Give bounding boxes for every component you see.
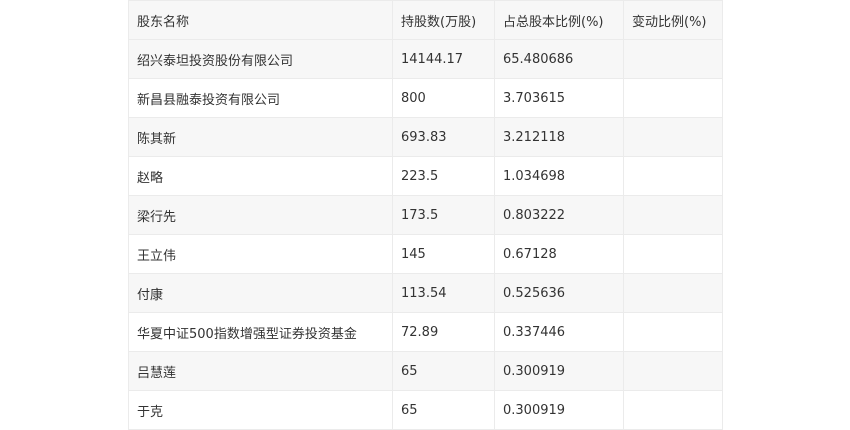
table-row: 绍兴泰坦投资股份有限公司 14144.17 65.480686	[128, 39, 723, 79]
cell-share-ratio: 65.480686	[494, 39, 624, 79]
cell-shareholder-name: 陈其新	[128, 117, 393, 157]
cell-shares-held: 800	[392, 78, 495, 118]
cell-shareholder-name: 于克	[128, 390, 393, 430]
cell-share-ratio: 0.300919	[494, 390, 624, 430]
header-shares-held: 持股数(万股)	[392, 0, 495, 40]
cell-shareholder-name: 付康	[128, 273, 393, 313]
table-row: 华夏中证500指数增强型证券投资基金 72.89 0.337446	[128, 312, 723, 352]
table-row: 梁行先 173.5 0.803222	[128, 195, 723, 235]
table-row: 吕慧莲 65 0.300919	[128, 351, 723, 391]
cell-shareholder-name: 华夏中证500指数增强型证券投资基金	[128, 312, 393, 352]
cell-change-ratio	[623, 390, 723, 430]
cell-change-ratio	[623, 39, 723, 79]
cell-share-ratio: 0.337446	[494, 312, 624, 352]
shareholder-table: 股东名称 持股数(万股) 占总股本比例(%) 变动比例(%) 绍兴泰坦投资股份有…	[128, 0, 723, 430]
cell-shares-held: 14144.17	[392, 39, 495, 79]
header-shareholder-name: 股东名称	[128, 0, 393, 40]
table-header-row: 股东名称 持股数(万股) 占总股本比例(%) 变动比例(%)	[128, 0, 723, 40]
cell-shares-held: 145	[392, 234, 495, 274]
cell-shares-held: 113.54	[392, 273, 495, 313]
cell-change-ratio	[623, 117, 723, 157]
cell-shareholder-name: 新昌县融泰投资有限公司	[128, 78, 393, 118]
shareholder-table-container: 股东名称 持股数(万股) 占总股本比例(%) 变动比例(%) 绍兴泰坦投资股份有…	[128, 0, 723, 430]
cell-share-ratio: 1.034698	[494, 156, 624, 196]
cell-shares-held: 65	[392, 351, 495, 391]
cell-share-ratio: 0.525636	[494, 273, 624, 313]
cell-shareholder-name: 吕慧莲	[128, 351, 393, 391]
cell-change-ratio	[623, 156, 723, 196]
cell-shares-held: 65	[392, 390, 495, 430]
header-change-ratio: 变动比例(%)	[623, 0, 723, 40]
table-row: 于克 65 0.300919	[128, 390, 723, 430]
cell-shares-held: 173.5	[392, 195, 495, 235]
table-row: 王立伟 145 0.67128	[128, 234, 723, 274]
cell-change-ratio	[623, 312, 723, 352]
header-share-ratio: 占总股本比例(%)	[494, 0, 624, 40]
table-row: 付康 113.54 0.525636	[128, 273, 723, 313]
cell-change-ratio	[623, 273, 723, 313]
table-row: 陈其新 693.83 3.212118	[128, 117, 723, 157]
cell-shareholder-name: 绍兴泰坦投资股份有限公司	[128, 39, 393, 79]
table-row: 新昌县融泰投资有限公司 800 3.703615	[128, 78, 723, 118]
cell-change-ratio	[623, 195, 723, 235]
cell-change-ratio	[623, 234, 723, 274]
cell-shares-held: 693.83	[392, 117, 495, 157]
cell-shares-held: 72.89	[392, 312, 495, 352]
cell-shareholder-name: 赵略	[128, 156, 393, 196]
cell-share-ratio: 0.300919	[494, 351, 624, 391]
cell-share-ratio: 3.703615	[494, 78, 624, 118]
cell-change-ratio	[623, 351, 723, 391]
cell-share-ratio: 0.803222	[494, 195, 624, 235]
cell-shareholder-name: 梁行先	[128, 195, 393, 235]
cell-change-ratio	[623, 78, 723, 118]
cell-shareholder-name: 王立伟	[128, 234, 393, 274]
cell-share-ratio: 0.67128	[494, 234, 624, 274]
cell-share-ratio: 3.212118	[494, 117, 624, 157]
cell-shares-held: 223.5	[392, 156, 495, 196]
table-row: 赵略 223.5 1.034698	[128, 156, 723, 196]
